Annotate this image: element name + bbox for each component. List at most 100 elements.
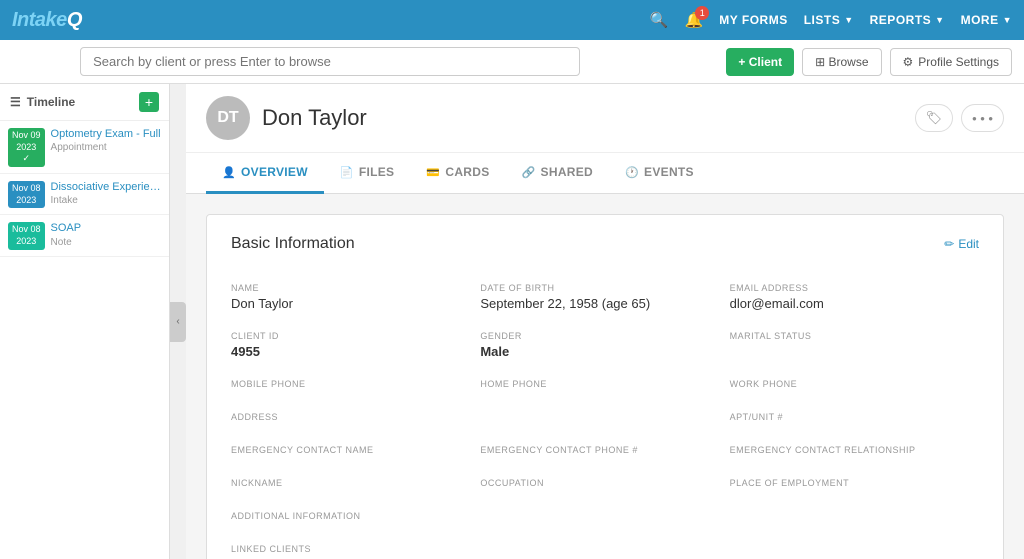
sidebar-collapse-button[interactable]: ‹ <box>170 302 186 342</box>
timeline-date-3: Nov 08 2023 <box>8 222 45 249</box>
client-left: DT Don Taylor <box>206 96 367 140</box>
search-input[interactable] <box>80 47 580 76</box>
lists-link[interactable]: LISTS ▼ <box>804 13 854 27</box>
tab-events[interactable]: 🕐 EVENTS <box>609 153 710 194</box>
tag-button[interactable]: 🏷 <box>915 104 954 132</box>
list-item[interactable]: Nov 09 2023 ✓ Optometry Exam - Full Appo… <box>0 121 169 174</box>
home-label: HOME PHONE <box>480 379 729 389</box>
add-client-button[interactable]: + Client <box>726 48 794 76</box>
address-label: ADDRESS <box>231 412 480 422</box>
client-id-label: CLIENT ID <box>231 331 480 341</box>
timeline-item-title: SOAP <box>51 221 161 235</box>
timeline-items: Nov 09 2023 ✓ Optometry Exam - Full Appo… <box>0 121 169 559</box>
tabs: 👤 OVERVIEW 📄 FILES 💳 CARDS 🔗 SHARED 🕐 EV… <box>186 153 1024 194</box>
nickname-label: NICKNAME <box>231 478 480 488</box>
timeline-date-2: Nov 08 2023 <box>8 181 45 208</box>
timeline-item-sub: Note <box>51 237 161 248</box>
mobile-field: MOBILE PHONE <box>231 369 480 402</box>
notification-badge: 1 <box>695 6 709 20</box>
timeline-item-sub: Intake <box>51 195 161 206</box>
emergency-name-field: EMERGENCY CONTACT NAME <box>231 435 480 468</box>
content-area: DT Don Taylor 🏷 • • • 👤 OVERVIEW 📄 FILES… <box>186 84 1024 559</box>
my-forms-link[interactable]: MY FORMS <box>719 13 787 27</box>
name-label: NAME <box>231 283 480 293</box>
employment-field: PLACE OF EMPLOYMENT <box>730 468 979 501</box>
gear-icon: ⚙ <box>903 55 914 69</box>
work-label: WORK PHONE <box>730 379 979 389</box>
tab-shared[interactable]: 🔗 SHARED <box>506 153 609 194</box>
occupation-field: OCCUPATION <box>480 468 729 501</box>
client-name: Don Taylor <box>262 105 367 131</box>
info-grid: NAME Don Taylor DATE OF BIRTH September … <box>231 273 979 534</box>
emergency-name-label: EMERGENCY CONTACT NAME <box>231 445 480 455</box>
tab-cards[interactable]: 💳 CARDS <box>410 153 505 194</box>
emergency-phone-label: EMERGENCY CONTACT PHONE # <box>480 445 729 455</box>
avatar: DT <box>206 96 250 140</box>
nickname-field: NICKNAME <box>231 468 480 501</box>
edit-button[interactable]: ✏ Edit <box>944 237 979 251</box>
lists-caret: ▼ <box>844 15 853 25</box>
cards-icon: 💳 <box>426 166 440 179</box>
email-field: EMAIL ADDRESS dlor@email.com <box>730 273 979 321</box>
tab-files[interactable]: 📄 FILES <box>324 153 411 194</box>
events-icon: 🕐 <box>625 166 639 179</box>
search-bar: + Client ⊞ Browse ⚙ Profile Settings <box>0 40 1024 84</box>
sidebar-title-wrap: ☰ Timeline <box>10 95 75 109</box>
employment-label: PLACE OF EMPLOYMENT <box>730 478 979 488</box>
list-item[interactable]: Nov 08 2023 Dissociative Experiences Sca… <box>0 174 169 215</box>
sidebar-header: ☰ Timeline + <box>0 84 169 121</box>
emergency-phone-field: EMERGENCY CONTACT PHONE # <box>480 435 729 468</box>
client-id-value: 4955 <box>231 344 480 359</box>
mobile-label: MOBILE PHONE <box>231 379 480 389</box>
address-field: ADDRESS <box>231 402 480 435</box>
additional-label: ADDITIONAL INFORMATION <box>231 511 979 521</box>
name-field: NAME Don Taylor <box>231 273 480 321</box>
gender-value: Male <box>480 344 729 359</box>
timeline-item-title: Optometry Exam - Full <box>51 127 161 141</box>
marital-field: MARITAL STATUS <box>730 321 979 369</box>
apt-field: APT/UNIT # <box>730 402 979 435</box>
home-field: HOME PHONE <box>480 369 729 402</box>
timeline-content-2: Dissociative Experiences Scale (DES-II) … <box>51 180 161 206</box>
menu-icon: ☰ <box>10 95 21 109</box>
timeline-content-1: Optometry Exam - Full Appointment <box>51 127 161 153</box>
edit-icon: ✏ <box>944 237 954 251</box>
more-link[interactable]: MORE ▼ <box>961 13 1012 27</box>
dob-field: DATE OF BIRTH September 22, 1958 (age 65… <box>480 273 729 321</box>
notification-bell-btn[interactable]: 🔔 1 <box>685 11 704 29</box>
main-layout: ☰ Timeline + Nov 09 2023 ✓ Optometry Exa… <box>0 84 1024 559</box>
client-header-actions: 🏷 • • • <box>915 104 1004 132</box>
reports-link[interactable]: REPORTS ▼ <box>870 13 945 27</box>
gender-field: GENDER Male <box>480 321 729 369</box>
work-field: WORK PHONE <box>730 369 979 402</box>
profile-settings-button[interactable]: ⚙ Profile Settings <box>890 48 1012 76</box>
search-icon-btn[interactable]: 🔍 <box>650 11 669 29</box>
client-header: DT Don Taylor 🏷 • • • <box>186 84 1024 153</box>
emergency-rel-field: EMERGENCY CONTACT RELATIONSHIP <box>730 435 979 468</box>
timeline-item-sub: Appointment <box>51 142 161 153</box>
sidebar-add-button[interactable]: + <box>139 92 159 112</box>
email-value: dlor@email.com <box>730 296 979 311</box>
dob-label: DATE OF BIRTH <box>480 283 729 293</box>
additional-field: ADDITIONAL INFORMATION <box>231 501 979 534</box>
sidebar: ☰ Timeline + Nov 09 2023 ✓ Optometry Exa… <box>0 84 170 559</box>
gender-label: GENDER <box>480 331 729 341</box>
files-icon: 📄 <box>340 166 354 179</box>
section-header: Basic Information ✏ Edit <box>231 235 979 253</box>
dob-value: September 22, 1958 (age 65) <box>480 296 729 311</box>
email-label: EMAIL ADDRESS <box>730 283 979 293</box>
sidebar-title: Timeline <box>27 95 75 109</box>
name-value: Don Taylor <box>231 296 480 311</box>
search-bar-actions: + Client ⊞ Browse ⚙ Profile Settings <box>726 48 1012 76</box>
more-actions-button[interactable]: • • • <box>961 104 1004 132</box>
search-input-wrap <box>80 47 580 76</box>
shared-icon: 🔗 <box>522 166 536 179</box>
tab-overview[interactable]: 👤 OVERVIEW <box>206 153 324 194</box>
list-item[interactable]: Nov 08 2023 SOAP Note <box>0 215 169 256</box>
emergency-rel-label: EMERGENCY CONTACT RELATIONSHIP <box>730 445 979 455</box>
client-id-field: CLIENT ID 4955 <box>231 321 480 369</box>
marital-label: MARITAL STATUS <box>730 331 979 341</box>
browse-button[interactable]: ⊞ Browse <box>802 48 881 76</box>
more-caret: ▼ <box>1003 15 1012 25</box>
basic-info-section: Basic Information ✏ Edit NAME Don Taylor… <box>206 214 1004 559</box>
